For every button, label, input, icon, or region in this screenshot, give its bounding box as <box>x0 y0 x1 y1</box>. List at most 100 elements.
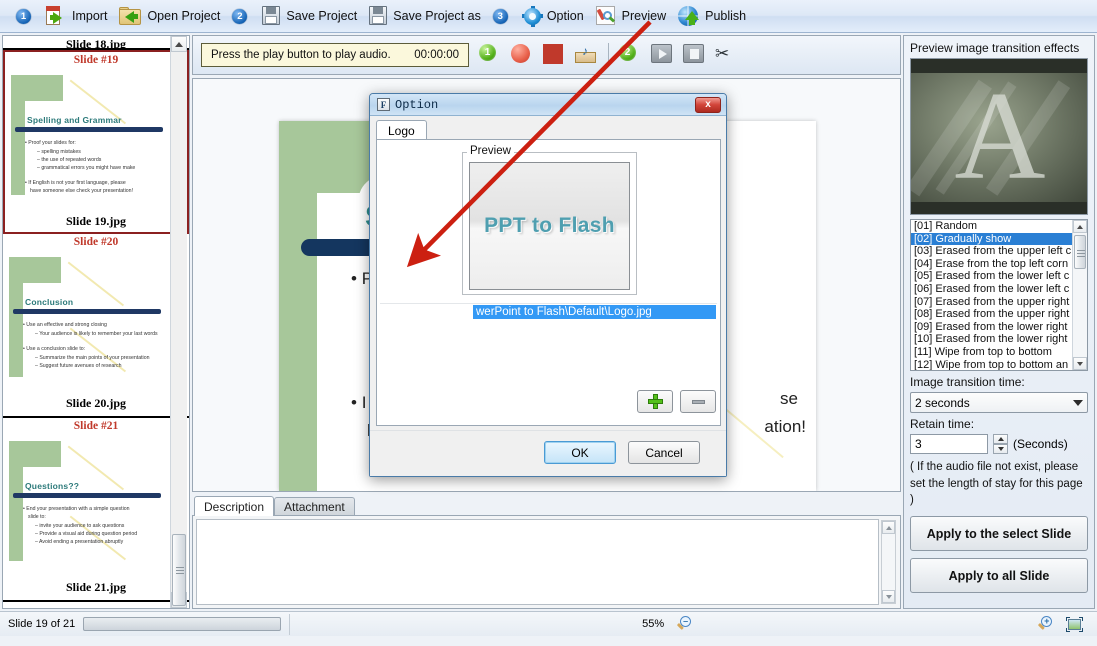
save-project-button[interactable]: Save Project <box>256 1 363 32</box>
open-project-button[interactable]: Open Project <box>113 1 226 32</box>
list-item[interactable]: [09] Erased from the lower right <box>911 321 1087 334</box>
scrollbar-thumb[interactable] <box>172 534 186 606</box>
open-project-label: Open Project <box>147 9 221 23</box>
preview-panel-title: Preview image transition effects <box>910 41 1080 55</box>
zoom-out-icon[interactable]: – <box>676 616 693 632</box>
save-project-label: Save Project <box>286 9 358 23</box>
description-scrollbar[interactable] <box>881 520 896 604</box>
list-item-selected[interactable]: [02] Gradually show <box>911 232 1087 246</box>
scroll-up-button[interactable] <box>882 521 895 534</box>
import-button[interactable]: Import <box>40 1 113 32</box>
stop-square-gray-icon <box>683 44 704 63</box>
list-item[interactable]: [03] Erased from the upper left c <box>911 245 1087 258</box>
globe-upload-icon <box>678 5 700 27</box>
scroll-up-button[interactable] <box>1073 220 1087 233</box>
stop-record-button[interactable] <box>543 44 565 66</box>
retain-time-note-line2: set the length of stay for this page ) <box>910 477 1083 507</box>
apply-to-select-slide-button[interactable]: Apply to the select Slide <box>910 516 1088 552</box>
list-item[interactable]: [05] Erased from the lower left c <box>911 270 1087 283</box>
apply-to-all-slide-button[interactable]: Apply to all Slide <box>910 558 1088 594</box>
dialog-title: Option <box>395 97 439 112</box>
transition-preview-image: A <box>910 58 1088 215</box>
slide-thumbnail-panel[interactable]: Slide 18.jpg Slide #19 Spelling and Gram… <box>2 35 190 609</box>
audio-group-1-badge: 1 <box>479 44 501 66</box>
list-item[interactable]: [07] Erased from the upper right <box>911 296 1087 309</box>
cancel-button[interactable]: Cancel <box>628 441 700 464</box>
dialog-footer: OK Cancel <box>370 430 726 476</box>
main-toolbar: 1 Import Open Project 2 Save Project Sav… <box>0 0 1097 33</box>
scroll-down-button[interactable] <box>882 590 895 603</box>
list-item[interactable]: [08] Erased from the upper right <box>911 308 1087 321</box>
add-logo-button[interactable] <box>637 390 673 413</box>
list-item[interactable]: [12] Wipe from top to bottom an <box>911 359 1087 370</box>
list-item[interactable]: [04] Erase from the top left corn <box>911 258 1087 271</box>
option-button[interactable]: Option <box>517 1 590 32</box>
stop-square-red-icon <box>543 44 563 64</box>
gear-icon <box>521 5 543 27</box>
import-audio-button[interactable]: ♪ <box>575 44 597 66</box>
close-icon[interactable]: x <box>695 96 721 113</box>
retain-time-input[interactable]: 3 <box>910 434 988 454</box>
zoom-in-icon[interactable]: + <box>1037 616 1054 632</box>
tab-attachment[interactable]: Attachment <box>274 497 355 516</box>
thumbnail-slide-title: Questions?? <box>25 481 80 491</box>
remove-logo-button[interactable] <box>680 390 716 413</box>
scroll-down-button[interactable] <box>1073 357 1087 370</box>
zoom-level: 55% <box>642 618 665 630</box>
tab-logo[interactable]: Logo <box>376 120 427 140</box>
slide-panel-scrollbar[interactable] <box>170 36 187 608</box>
slide-progress-bar[interactable] <box>83 617 282 631</box>
effects-list-scrollbar[interactable] <box>1072 220 1087 370</box>
preview-button[interactable]: Preview <box>590 1 672 32</box>
floppy-disk-icon <box>369 6 388 26</box>
save-project-as-button[interactable]: Save Project as <box>363 1 487 32</box>
list-item[interactable]: Slide #21 Questions?? • End your present… <box>3 418 189 602</box>
ok-button[interactable]: OK <box>544 441 616 464</box>
status-bar: Slide 19 of 21 55% – + <box>0 611 1097 636</box>
play-button[interactable] <box>651 44 673 66</box>
spinner-down-button[interactable] <box>993 444 1008 454</box>
chevron-up-icon <box>885 525 892 530</box>
transition-panel: Preview image transition effects A [01] … <box>903 35 1095 609</box>
stop-play-button[interactable] <box>683 44 705 66</box>
step-badge-3: 3 <box>492 8 508 24</box>
list-item[interactable]: [10] Erased from the lower right <box>911 333 1087 346</box>
delete-audio-button[interactable]: ✂ <box>715 44 737 66</box>
divider <box>289 613 291 635</box>
thumbnail-slide-image: Spelling and Grammar • Proof your slides… <box>5 67 187 213</box>
retain-time-stepper[interactable]: 3 (Seconds) <box>910 434 1088 454</box>
spinner-up-button[interactable] <box>993 434 1008 444</box>
transition-time-select[interactable]: 2 seconds <box>910 392 1088 413</box>
thumbnail-filename: Slide 21.jpg <box>65 580 126 594</box>
slide-right-text-2: ation! <box>764 417 806 436</box>
scrollbar-thumb[interactable] <box>1074 235 1086 269</box>
list-item[interactable]: Slide 18.jpg <box>3 36 189 51</box>
thumbnail-header: Slide #20 <box>73 236 119 248</box>
description-body <box>192 515 901 609</box>
scroll-up-button[interactable] <box>171 36 187 52</box>
audio-toolbar: Press the play button to play audio. 00:… <box>192 35 901 75</box>
dialog-titlebar[interactable]: F Option x <box>370 94 726 116</box>
tab-description[interactable]: Description <box>194 496 275 516</box>
list-item[interactable]: [06] Erased from the lower left c <box>911 283 1087 296</box>
list-item[interactable]: [01] Random <box>911 220 1087 233</box>
option-dialog: F Option x Logo Preview PPT to Flash wer… <box>369 93 727 477</box>
fit-to-window-icon[interactable] <box>1066 616 1083 632</box>
record-circle-icon <box>511 44 530 63</box>
chevron-up-icon <box>1077 224 1083 229</box>
app-icon: F <box>377 98 390 111</box>
record-button[interactable] <box>511 44 533 66</box>
logo-preview-image: PPT to Flash <box>469 162 630 290</box>
list-item[interactable]: Slide #20 Conclusion • Use an effective … <box>3 234 189 418</box>
save-project-as-label: Save Project as <box>393 9 481 23</box>
chevron-up-icon <box>175 41 183 47</box>
logo-file-list[interactable]: werPoint to Flash\Default\Logo.jpg <box>380 303 717 383</box>
list-item[interactable]: Slide #19 Spelling and Grammar • Proof y… <box>3 50 189 234</box>
publish-button[interactable]: Publish <box>672 1 752 32</box>
spinner-buttons[interactable] <box>993 434 1008 454</box>
list-item[interactable]: [11] Wipe from top to bottom <box>911 346 1087 359</box>
list-item-selected[interactable]: werPoint to Flash\Default\Logo.jpg <box>473 305 716 319</box>
description-input[interactable] <box>196 519 879 605</box>
transition-effects-list[interactable]: [01] Random [02] Gradually show [03] Era… <box>910 219 1088 371</box>
play-triangle-icon <box>651 44 672 63</box>
